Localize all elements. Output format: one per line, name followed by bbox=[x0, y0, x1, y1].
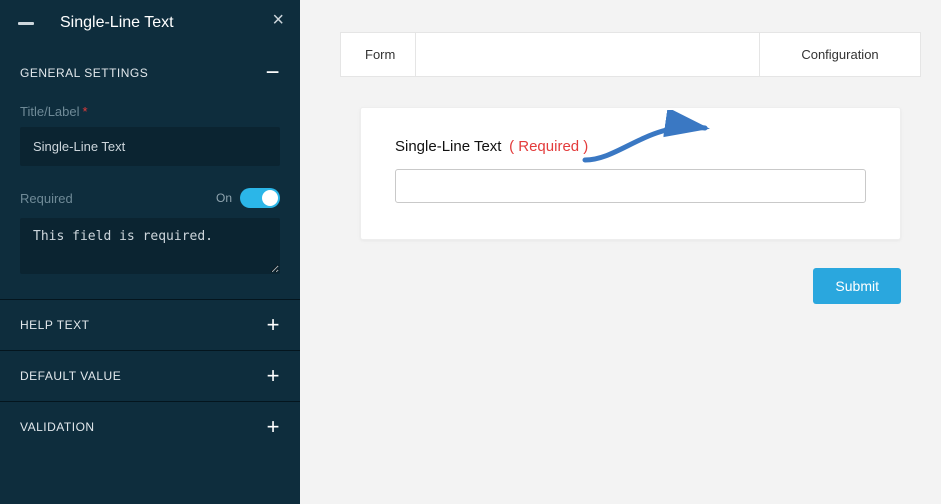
field-preview-label: Single-Line Text bbox=[395, 138, 501, 155]
section-help-text-header[interactable]: HELP TEXT + bbox=[0, 299, 300, 350]
tab-configuration[interactable]: Configuration bbox=[760, 33, 920, 76]
section-heading: DEFAULT VALUE bbox=[20, 369, 121, 383]
section-heading: GENERAL SETTINGS bbox=[20, 66, 148, 80]
section-general-settings-body: Title/Label* Required On bbox=[0, 98, 300, 299]
section-heading: VALIDATION bbox=[20, 420, 95, 434]
panel-title: Single-Line Text bbox=[60, 14, 174, 32]
required-message-input[interactable] bbox=[20, 218, 280, 274]
field-preview-input[interactable] bbox=[395, 169, 866, 203]
title-input[interactable] bbox=[20, 127, 280, 166]
section-default-value-header[interactable]: DEFAULT VALUE + bbox=[0, 350, 300, 401]
section-heading: HELP TEXT bbox=[20, 318, 89, 332]
required-asterisk-icon: * bbox=[83, 104, 88, 119]
form-canvas: Single-Line Text ( Required ) Submit bbox=[360, 107, 901, 304]
toggle-knob-icon bbox=[262, 190, 278, 206]
minimize-icon[interactable] bbox=[18, 22, 34, 25]
tab-bar: Form Configuration bbox=[340, 32, 921, 77]
required-toggle[interactable] bbox=[240, 188, 280, 208]
section-general-settings-header[interactable]: GENERAL SETTINGS − bbox=[0, 48, 300, 98]
field-preview-card: Single-Line Text ( Required ) bbox=[360, 107, 901, 240]
close-icon[interactable]: × bbox=[272, 10, 284, 30]
required-label: Required bbox=[20, 191, 73, 206]
title-label: Title/Label* bbox=[20, 104, 280, 119]
tab-spacer bbox=[416, 33, 760, 76]
toggle-state-text: On bbox=[216, 191, 232, 205]
panel-header: Single-Line Text × bbox=[0, 0, 300, 48]
sidebar: Single-Line Text × GENERAL SETTINGS − Ti… bbox=[0, 0, 300, 504]
tab-form[interactable]: Form bbox=[341, 33, 416, 76]
submit-button[interactable]: Submit bbox=[813, 268, 901, 304]
title-label-text: Title/Label bbox=[20, 104, 80, 119]
section-validation-header[interactable]: VALIDATION + bbox=[0, 401, 300, 452]
main-area: Form Configuration Single-Line Text ( Re… bbox=[300, 0, 941, 504]
required-tag: ( Required ) bbox=[509, 138, 588, 155]
field-preview-header: Single-Line Text ( Required ) bbox=[395, 138, 866, 155]
